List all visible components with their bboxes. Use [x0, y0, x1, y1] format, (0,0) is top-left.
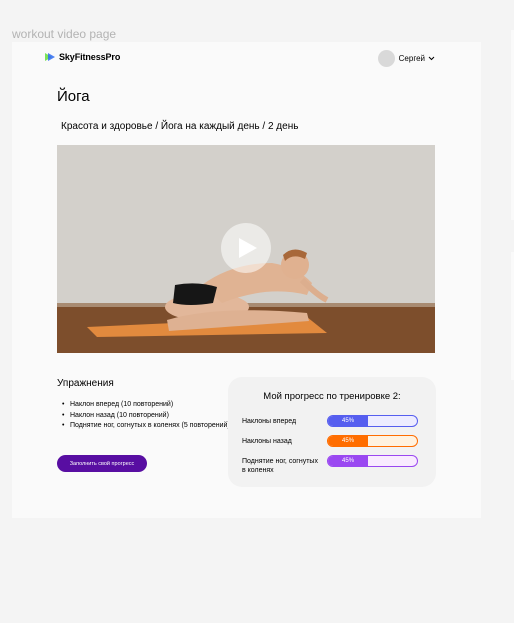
page-title: Йога: [57, 88, 90, 105]
progress-fill: 45%: [328, 416, 369, 426]
progress-bar: 45%: [327, 455, 418, 467]
fill-progress-button[interactable]: Заполнить свой прогресс: [57, 455, 147, 472]
play-button[interactable]: [221, 223, 271, 273]
video-player[interactable]: [57, 145, 435, 353]
progress-title: Мой прогресс по тренировке 2:: [263, 391, 401, 402]
header: SkyFitnessPro Сергей: [45, 50, 435, 68]
list-item: Наклон вперед (10 повторений): [62, 400, 232, 411]
progress-value: 45%: [342, 458, 355, 464]
exercises-list: Наклон вперед (10 повторений) Наклон наз…: [62, 400, 232, 432]
progress-label: Наклоны вперед: [242, 418, 297, 425]
progress-label: Наклоны назад: [242, 438, 292, 445]
user-menu[interactable]: Сергей: [377, 50, 435, 67]
progress-bar: 45%: [327, 435, 418, 447]
list-item: Поднятие ног, согнутых в коленях (5 повт…: [62, 421, 232, 432]
list-item: Наклон назад (10 повторений): [62, 411, 232, 422]
progress-label: Поднятие ног, согнутых в коленях: [242, 458, 318, 474]
play-triangle-logo-icon: [45, 53, 55, 61]
progress-fill: 45%: [328, 436, 369, 446]
progress-fill: 45%: [328, 456, 369, 466]
chevron-down-icon[interactable]: [428, 56, 435, 61]
user-name: Сергей: [398, 54, 425, 63]
progress-card: Мой прогресс по тренировке 2: Наклоны вп…: [228, 377, 436, 487]
canvas-frame-label: workout video page: [12, 27, 117, 41]
progress-value: 45%: [342, 438, 355, 444]
exercises-title: Упражнения: [57, 378, 114, 389]
play-icon: [239, 238, 257, 258]
progress-bar: 45%: [327, 415, 418, 427]
logo[interactable]: SkyFitnessPro: [45, 52, 120, 62]
avatar: [377, 50, 395, 67]
logo-text: SkyFitnessPro: [59, 52, 121, 62]
breadcrumb: Красота и здоровье / Йога на каждый день…: [61, 121, 299, 132]
progress-value: 45%: [342, 418, 355, 424]
